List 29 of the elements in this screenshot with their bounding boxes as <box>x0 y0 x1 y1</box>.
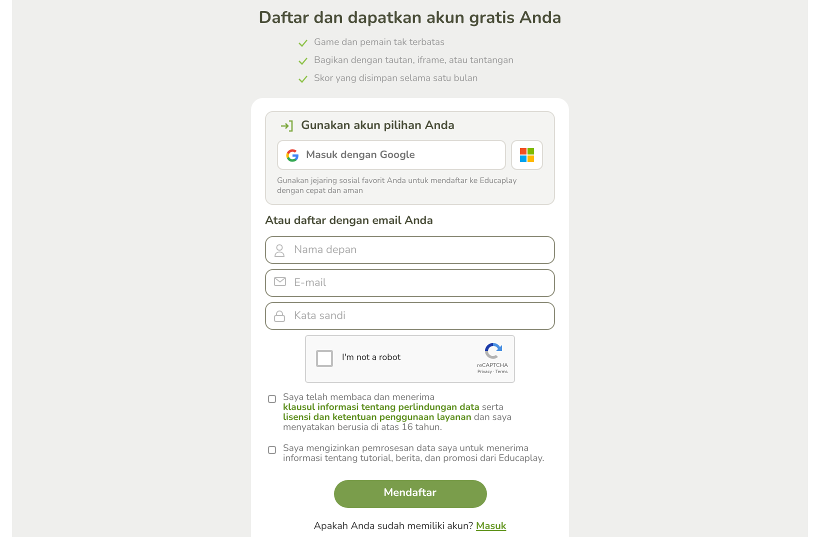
terms-link[interactable]: klausul informasi tentang perlindungan data <box>283 400 480 414</box>
google-sign-in-button[interactable]: Masuk dengan Google <box>277 140 506 170</box>
captcha-label: I'm not a robot <box>342 352 402 366</box>
benefit-text: Skor yang disimpan selama satu bulan <box>314 72 478 86</box>
person-icon <box>274 244 285 256</box>
terms-link[interactable]: lisensi dan ketentuan penggunaan layanan <box>283 410 472 424</box>
benefit-text: Bagikan dengan tautan, iframe, atau tantangan <box>314 54 514 68</box>
email-field[interactable]: E-mail <box>265 268 555 296</box>
login-link[interactable]: Masuk <box>476 518 506 534</box>
login-prompt: Apakah Anda sudah memiliki akun? <box>314 518 474 534</box>
consent-text: Saya telah membaca dan menerima klausul informasi tentang perlindungan data serta lisensi dan ketentuan penggunaan layanan dan saya menyatakan berusia di atas 16 tahun. <box>283 392 513 432</box>
captcha-checkbox[interactable] <box>316 350 333 367</box>
consent-text: Saya mengizinkan pemrosesan data saya untuk menerima informasi tentang tutorial, berita, dan promosi dari Educaplay. <box>283 444 546 464</box>
consent-checkbox[interactable] <box>268 394 276 402</box>
padlock-icon <box>274 310 285 322</box>
consent-checkbox[interactable] <box>268 446 276 454</box>
signup-button[interactable]: Mendaftar <box>334 480 486 508</box>
benefit-text: Game dan pemain tak terbatas <box>314 36 445 50</box>
envelope-icon <box>274 276 286 286</box>
password-field[interactable]: Kata sandi <box>265 302 555 330</box>
page-title: Daftar dan dapatkan akun gratis Anda <box>258 6 562 32</box>
section-title: Atau daftar dengan email Anda <box>265 213 434 230</box>
microsoft-sign-in-button[interactable] <box>511 140 543 170</box>
google-logo-icon <box>286 148 299 162</box>
social-note: Gunakan jejaring sosial favorit Anda untuk mendaftar ke Educaplay dengan cepat dan aman <box>277 176 518 196</box>
section-title: Gunakan akun pilihan Anda <box>301 117 455 136</box>
name-field[interactable]: Nama depan <box>265 236 555 264</box>
microsoft-logo-icon <box>520 148 534 162</box>
sign-in-icon <box>280 120 293 132</box>
